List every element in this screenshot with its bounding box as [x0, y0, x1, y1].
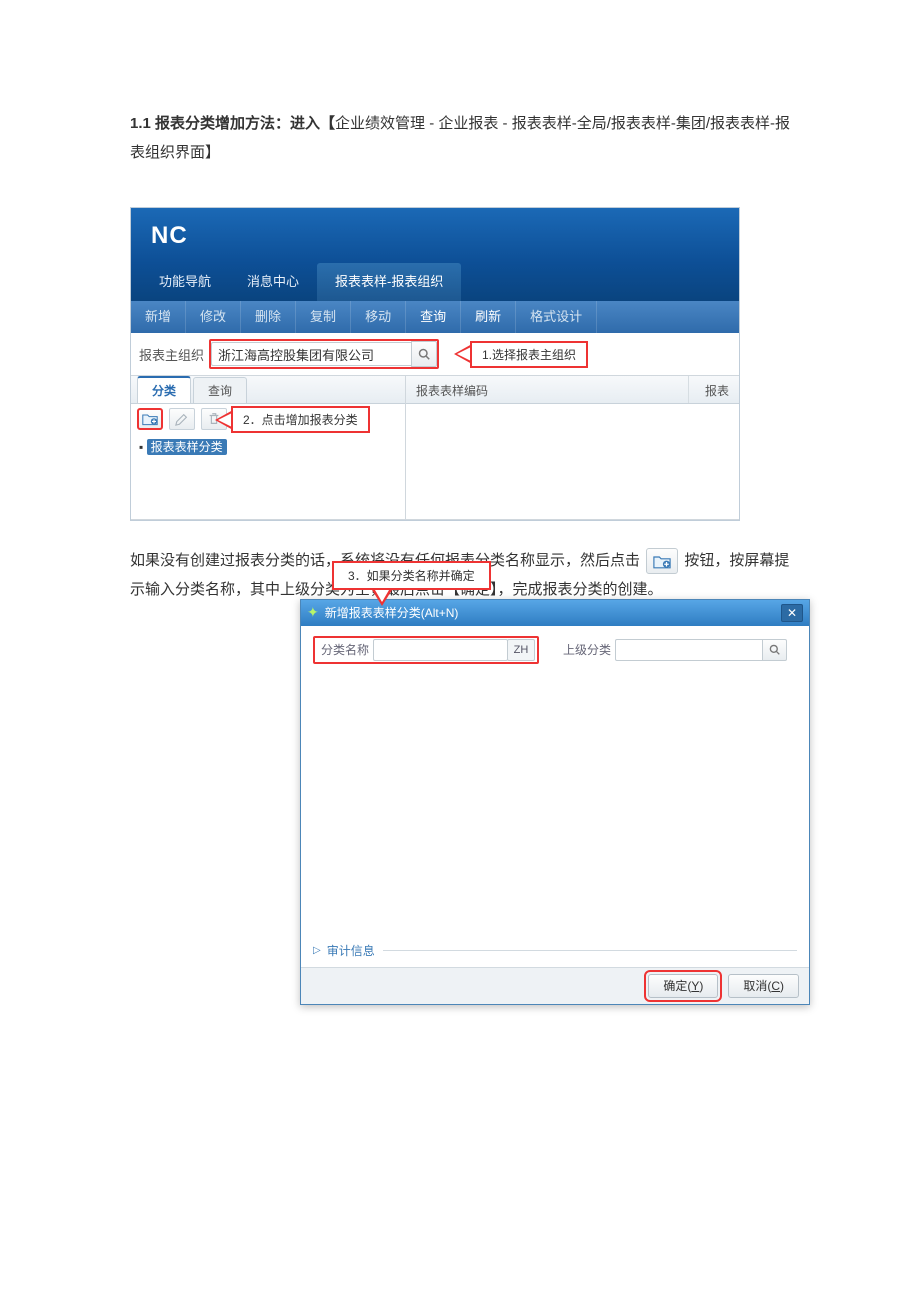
dialog-title-text: 新增报表表样分类(Alt+N)	[325, 604, 459, 621]
edit-icon	[175, 412, 189, 426]
dialog-button-bar: 确定(Y) 取消(C)	[301, 967, 809, 1004]
app-header: NC	[131, 208, 739, 263]
org-input[interactable]	[211, 342, 411, 366]
inline-add-icon	[646, 548, 678, 574]
callout-3-wrap: 3．如果分类名称并确定	[332, 561, 491, 590]
grid-header: 报表表样编码 报表	[406, 376, 739, 404]
tree-root: ▪ 报表表样分类	[139, 438, 397, 455]
subtabs: 分类 查询	[131, 376, 405, 404]
nav-tab-active[interactable]: 报表表样-报表组织	[317, 263, 461, 301]
callout-2-wrap: 2．点击增加报表分类	[215, 406, 370, 433]
dialog-star-icon: ✦	[307, 604, 319, 621]
cancel-button[interactable]: 取消(C)	[728, 974, 799, 998]
expand-icon: ▷	[313, 945, 321, 956]
toolbar-edit[interactable]: 修改	[186, 301, 241, 333]
new-category-dialog: ✦ 新增报表表样分类(Alt+N) ✕ 分类名称 ZH 上级分类	[300, 599, 810, 1005]
search-icon	[418, 348, 430, 360]
parent-category-input[interactable]	[615, 639, 763, 661]
nav-tabs: 功能导航 消息中心 报表表样-报表组织	[131, 263, 739, 301]
callout-3: 3．如果分类名称并确定	[332, 561, 491, 590]
audit-info-label: 审计信息	[327, 942, 375, 959]
callout-2: 2．点击增加报表分类	[231, 406, 370, 433]
subtab-category[interactable]: 分类	[137, 376, 191, 403]
dialog-body: 分类名称 ZH 上级分类	[301, 626, 809, 936]
tree-toolbar: 2．点击增加报表分类	[131, 404, 405, 434]
parent-category-group: 上级分类	[559, 639, 787, 661]
left-panel: 分类 查询	[131, 376, 406, 519]
callout-1-wrap: 1.选择报表主组织	[454, 341, 588, 368]
search-icon	[769, 644, 780, 655]
parent-category-label: 上级分类	[559, 641, 615, 658]
right-panel: 报表表样编码 报表	[406, 376, 739, 519]
parent-category-search-button[interactable]	[763, 639, 787, 661]
category-name-input[interactable]	[373, 639, 508, 661]
toolbar-del[interactable]: 删除	[241, 301, 296, 333]
grid-col-code: 报表表样编码	[406, 376, 689, 403]
nc-logo: NC	[151, 222, 188, 250]
folder-plus-icon	[653, 554, 671, 569]
category-name-label: 分类名称	[317, 641, 373, 658]
nav-tab-func[interactable]: 功能导航	[141, 263, 229, 301]
screenshot-dialog-wrap: 3．如果分类名称并确定 ✦ 新增报表表样分类(Alt+N) ✕ 分类名称 ZH	[300, 599, 790, 1005]
toolbar-new[interactable]: 新增	[131, 301, 186, 333]
grid-col-report: 报表	[689, 376, 739, 403]
screenshot-nc-app: NC 功能导航 消息中心 报表表样-报表组织 新增 修改 删除 复制 移动 查询…	[130, 207, 740, 521]
ok-highlight: 确定(Y)	[648, 974, 718, 998]
divider	[383, 950, 797, 951]
nav-tab-msg[interactable]: 消息中心	[229, 263, 317, 301]
callout-arrow-down-icon	[372, 590, 392, 606]
heading-bold: 1.1 报表分类增加方法：进入【	[130, 115, 335, 132]
toolbar-copy[interactable]: 复制	[296, 301, 351, 333]
section-heading: 1.1 报表分类增加方法：进入【企业绩效管理 - 企业报表 - 报表表样-全局/…	[130, 110, 790, 167]
audit-info-row[interactable]: ▷ 审计信息	[301, 936, 809, 967]
org-label: 报表主组织	[139, 345, 209, 364]
toolbar: 新增 修改 删除 复制 移动 查询 刷新 格式设计	[131, 301, 739, 333]
toolbar-move[interactable]: 移动	[351, 301, 406, 333]
close-icon: ✕	[787, 606, 797, 620]
category-name-highlight: 分类名称 ZH	[313, 636, 539, 664]
toolbar-query[interactable]: 查询	[406, 301, 461, 333]
ok-button[interactable]: 确定(Y)	[648, 974, 718, 998]
subtab-query[interactable]: 查询	[193, 377, 247, 403]
edit-category-button[interactable]	[169, 408, 195, 430]
org-search-button[interactable]	[411, 341, 437, 367]
dialog-close-button[interactable]: ✕	[781, 604, 803, 622]
toolbar-format[interactable]: 格式设计	[516, 301, 597, 333]
toolbar-refresh[interactable]: 刷新	[461, 301, 516, 333]
callout-1: 1.选择报表主组织	[470, 341, 588, 368]
org-row: 报表主组织 1.选择报表主组织	[131, 333, 739, 376]
folder-plus-icon	[142, 412, 158, 426]
tree-root-label[interactable]: 报表表样分类	[147, 439, 227, 455]
org-input-highlight	[209, 339, 439, 369]
add-category-button[interactable]	[137, 408, 163, 430]
lang-badge[interactable]: ZH	[507, 639, 535, 661]
